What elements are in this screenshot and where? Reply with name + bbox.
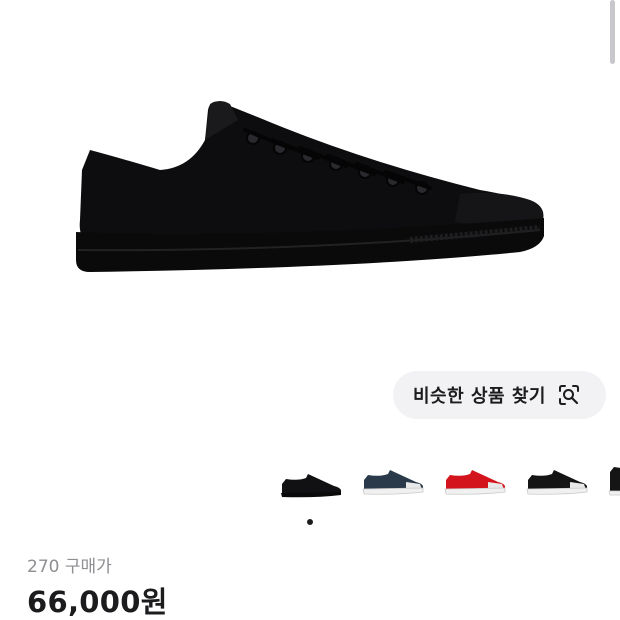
sneaker-image-icon [76, 101, 544, 272]
scrollbar[interactable] [610, 0, 615, 64]
color-option-black-white[interactable] [522, 462, 592, 510]
image-search-icon [558, 384, 580, 406]
sneaker-thumbnail-icon [444, 470, 506, 495]
color-options [272, 462, 620, 510]
color-option-red[interactable] [440, 462, 510, 510]
price: 66,000원 [27, 585, 168, 619]
color-option-partial[interactable] [604, 462, 620, 510]
size-label: 270 [27, 557, 60, 577]
sneaker-thumbnail-icon [526, 470, 588, 495]
find-similar-label: 비슷한 상품 찾기 [413, 386, 546, 407]
purchase-meta: 270 구매가 [27, 552, 112, 577]
sneaker-thumbnail-icon [362, 470, 424, 495]
sneaker-thumbnail-icon [281, 474, 342, 498]
color-option-navy[interactable] [358, 462, 428, 510]
find-similar-button[interactable]: 비슷한 상품 찾기 [393, 371, 606, 419]
product-image [60, 90, 560, 290]
product-detail-page: 비슷한 상품 찾기 270 구매가 66,000원 [0, 0, 620, 620]
sneaker-thumbnail-icon [608, 467, 620, 496]
color-option-black-mono[interactable] [276, 462, 346, 510]
price-type-label: 구매가 [64, 557, 112, 577]
carousel-indicator-dot [307, 519, 313, 525]
